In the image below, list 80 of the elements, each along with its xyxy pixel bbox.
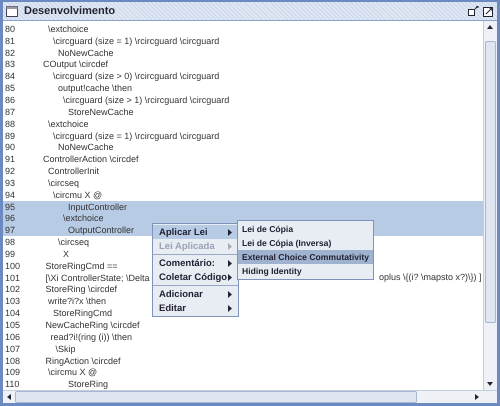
- code-line: write?i?x \then: [47, 296, 106, 306]
- code-line: ControllerAction \circdef: [43, 154, 139, 164]
- code-line: \extchoice: [47, 24, 89, 34]
- code-line: \circseq: [47, 178, 80, 188]
- scroll-thumb[interactable]: [485, 41, 496, 323]
- line-number: 109: [4, 367, 22, 378]
- window-icon: [6, 6, 18, 16]
- code-line: \extchoice: [62, 213, 104, 224]
- code-line: COutput \circdef: [43, 59, 108, 70]
- menu-item[interactable]: Hiding Identity: [238, 264, 374, 278]
- line-number: 97: [4, 225, 16, 236]
- line-number: 86: [4, 94, 16, 105]
- menu-item[interactable]: External Choice Commutativity: [238, 250, 374, 264]
- line-number: 99: [4, 248, 16, 259]
- line-number: 93: [4, 178, 16, 188]
- code-line: \Skip: [54, 344, 76, 354]
- horizontal-scrollbar[interactable]: [3, 390, 497, 403]
- code-line: \circguard (size > 0) \rcircguard \circguard: [52, 71, 220, 82]
- line-number: 92: [4, 166, 16, 176]
- line-number: 83: [4, 59, 16, 70]
- line-number: 96: [4, 213, 16, 224]
- menu-item[interactable]: Lei de Cópia: [238, 222, 374, 236]
- line-number: 80: [4, 24, 16, 34]
- menu-item[interactable]: Editar: [153, 301, 238, 315]
- menu-item[interactable]: Lei de Cópia (Inversa): [238, 236, 374, 250]
- code-line: NoNewCache: [57, 48, 114, 58]
- line-number: 107: [4, 344, 22, 354]
- code-line: \circmu X @: [52, 190, 102, 200]
- line-number: 108: [4, 356, 22, 366]
- maximize-icon[interactable]: [483, 6, 494, 16]
- code-line: NoNewCache: [57, 142, 114, 152]
- line-number: 103: [4, 296, 22, 306]
- line-number: 106: [4, 332, 22, 342]
- code-line: RingAction \circdef: [44, 356, 121, 366]
- code-line: StoreRingCmd: [52, 308, 112, 318]
- line-number: 81: [4, 36, 16, 46]
- window-title: Desenvolvimento: [24, 5, 116, 17]
- line-number: 95: [4, 202, 16, 212]
- code-line: read?i!(ring (i)) \then: [50, 332, 132, 342]
- code-line: StoreRing \circdef: [44, 284, 118, 294]
- code-line: StoreRing: [67, 379, 108, 390]
- line-number: 105: [4, 320, 22, 330]
- restore-icon[interactable]: [468, 6, 479, 16]
- line-number: 110: [4, 379, 20, 390]
- code-line: InputController: [67, 202, 128, 212]
- line-number: 91: [4, 154, 16, 164]
- code-line: \extchoice: [47, 118, 89, 129]
- line-number: 89: [4, 130, 16, 141]
- line-number: 102: [4, 284, 22, 294]
- code-line: oplus \{(i? \mapsto x?)\}) ]: [379, 272, 482, 284]
- code-line: X: [62, 248, 70, 259]
- line-number: 98: [4, 237, 16, 248]
- line-number: 87: [4, 106, 16, 117]
- code-line: \circmu X @: [47, 367, 98, 378]
- line-number: 82: [4, 48, 16, 58]
- vertical-scrollbar[interactable]: [483, 21, 497, 390]
- line-number: 101: [4, 272, 22, 283]
- line-number: 84: [4, 71, 16, 82]
- code-line: [\Xi ControllerState; \Delta: [44, 272, 150, 283]
- code-line: output!cache \then: [57, 83, 132, 94]
- scroll-thumb[interactable]: [15, 391, 417, 403]
- line-number: 94: [4, 190, 16, 200]
- menu-item[interactable]: Adicionar: [153, 287, 238, 301]
- line-number: 90: [4, 142, 16, 152]
- code-line: \circguard (size > 1) \rcircguard \circguard: [62, 94, 230, 105]
- code-line: ControllerInit: [47, 166, 100, 176]
- code-line: StoreRingCmd ==: [44, 260, 118, 271]
- line-number: 104: [4, 308, 22, 318]
- code-line: \circguard (size = 1) \rcircguard \circguard: [52, 36, 220, 46]
- menu-item[interactable]: Comentário:: [153, 256, 238, 270]
- code-line: OutputController: [67, 225, 134, 236]
- line-number: 100: [4, 260, 22, 271]
- menu-item[interactable]: Aplicar Lei: [153, 225, 238, 239]
- code-line: NewCacheRing \circdef: [44, 320, 140, 330]
- line-number: 85: [4, 83, 16, 94]
- menu-item[interactable]: Coletar Código: [153, 270, 238, 284]
- line-number: 88: [4, 118, 16, 129]
- code-line: \circguard (size = 1) \rcircguard \circguard: [52, 130, 220, 141]
- code-line: StoreNewCache: [67, 106, 134, 117]
- code-line: \circseq: [57, 237, 90, 248]
